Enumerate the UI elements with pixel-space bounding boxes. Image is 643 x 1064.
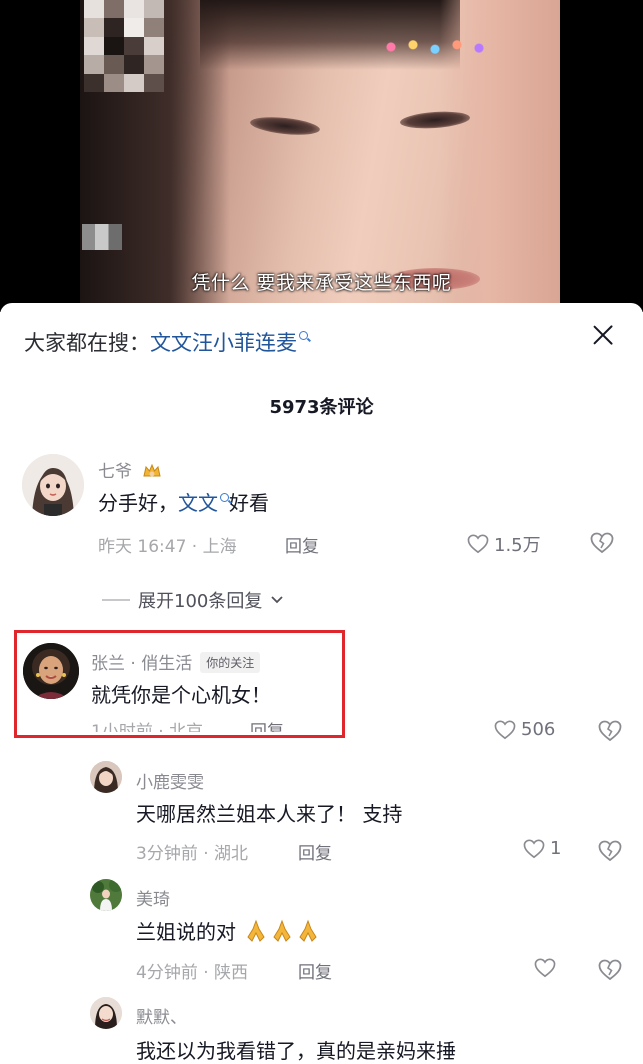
chevron-down-icon bbox=[271, 596, 283, 604]
avatar[interactable] bbox=[90, 879, 122, 911]
reply-button[interactable]: 回复 bbox=[285, 532, 319, 557]
comment-username[interactable]: 七爷 bbox=[98, 457, 162, 482]
reply-username[interactable]: 美琦 bbox=[136, 885, 170, 910]
broken-heart-icon[interactable] bbox=[598, 720, 622, 742]
reply-text: 天哪居然兰姐本人来了！ 支持 bbox=[136, 802, 403, 826]
reply-button[interactable]: 回复 bbox=[298, 958, 332, 983]
trending-search-row: 大家都在搜：文文汪小菲连麦 bbox=[24, 327, 308, 357]
close-icon[interactable] bbox=[591, 323, 615, 347]
praying-hands-emoji-icon bbox=[299, 919, 317, 942]
heart-outline-icon bbox=[467, 534, 489, 554]
heart-outline-icon bbox=[523, 839, 545, 858]
reply-text-content: 兰姐说的对 bbox=[136, 920, 236, 944]
like-button[interactable] bbox=[534, 958, 556, 978]
praying-hands-emoji-icon bbox=[247, 919, 265, 942]
heart-outline-icon bbox=[494, 720, 516, 739]
like-button[interactable]: 506 bbox=[494, 719, 555, 740]
comments-sheet: 大家都在搜：文文汪小菲连麦 5973条评论 七爷 分手好，文文 好看 昨天 16… bbox=[0, 303, 643, 1063]
avatar[interactable] bbox=[90, 997, 122, 1029]
video-sticker bbox=[380, 36, 490, 58]
video-subtitle: 凭什么 要我来承受这些东西呢 bbox=[191, 272, 452, 294]
search-icon bbox=[299, 331, 308, 340]
video-mosaic-blur bbox=[84, 0, 164, 92]
reply-time-location: 3分钟前 · 湖北 bbox=[136, 844, 249, 864]
like-count: 1 bbox=[550, 838, 562, 859]
highlight-annotation-box bbox=[14, 630, 345, 738]
comment-time-location: 昨天 16:47 · 上海 bbox=[98, 537, 237, 557]
crown-emoji-icon bbox=[143, 463, 162, 477]
comment-text-end: 好看 bbox=[229, 491, 269, 515]
praying-hands-emoji-icon bbox=[273, 919, 291, 942]
expand-divider bbox=[102, 599, 130, 601]
reply-username[interactable]: 小鹿雯雯 bbox=[136, 768, 204, 793]
video-mosaic-small bbox=[82, 224, 122, 250]
heart-outline-icon bbox=[534, 958, 556, 978]
broken-heart-icon[interactable] bbox=[598, 959, 622, 981]
expand-replies-button[interactable]: 展开100条回复 bbox=[102, 587, 284, 613]
avatar[interactable] bbox=[22, 454, 84, 516]
like-button[interactable]: 1 bbox=[523, 838, 561, 859]
comment-text: 分手好，文文 好看 bbox=[98, 487, 269, 516]
comment-count-title: 5973条评论 bbox=[269, 397, 374, 418]
avatar[interactable] bbox=[90, 761, 122, 793]
reply-button[interactable]: 回复 bbox=[298, 839, 332, 864]
broken-heart-icon[interactable] bbox=[598, 840, 622, 862]
video-eye-left bbox=[249, 114, 321, 138]
comment-username-text: 七爷 bbox=[98, 462, 132, 482]
trending-search-link[interactable]: 文文汪小菲连麦 bbox=[150, 331, 297, 355]
search-icon bbox=[220, 493, 229, 502]
broken-heart-icon[interactable] bbox=[590, 532, 614, 554]
reply-username[interactable]: 默默、 bbox=[136, 1003, 187, 1028]
video-player[interactable]: 凭什么 要我来承受这些东西呢 bbox=[0, 0, 643, 312]
like-button[interactable]: 1.5万 bbox=[467, 531, 541, 557]
comment-text-start: 分手好， bbox=[98, 491, 178, 515]
comment-inline-search-link[interactable]: 文文 bbox=[178, 491, 218, 515]
like-count: 1.5万 bbox=[494, 535, 541, 556]
reply-text: 兰姐说的对 bbox=[136, 915, 320, 945]
expand-replies-label: 展开100条回复 bbox=[138, 591, 263, 612]
video-hair-top bbox=[200, 0, 460, 70]
reply-time-location: 4分钟前 · 陕西 bbox=[136, 963, 249, 983]
trending-search-prefix: 大家都在搜： bbox=[24, 331, 150, 355]
reply-text: 我还以为我看错了，真的是亲妈来捶 bbox=[136, 1039, 456, 1063]
like-count: 506 bbox=[521, 719, 556, 740]
